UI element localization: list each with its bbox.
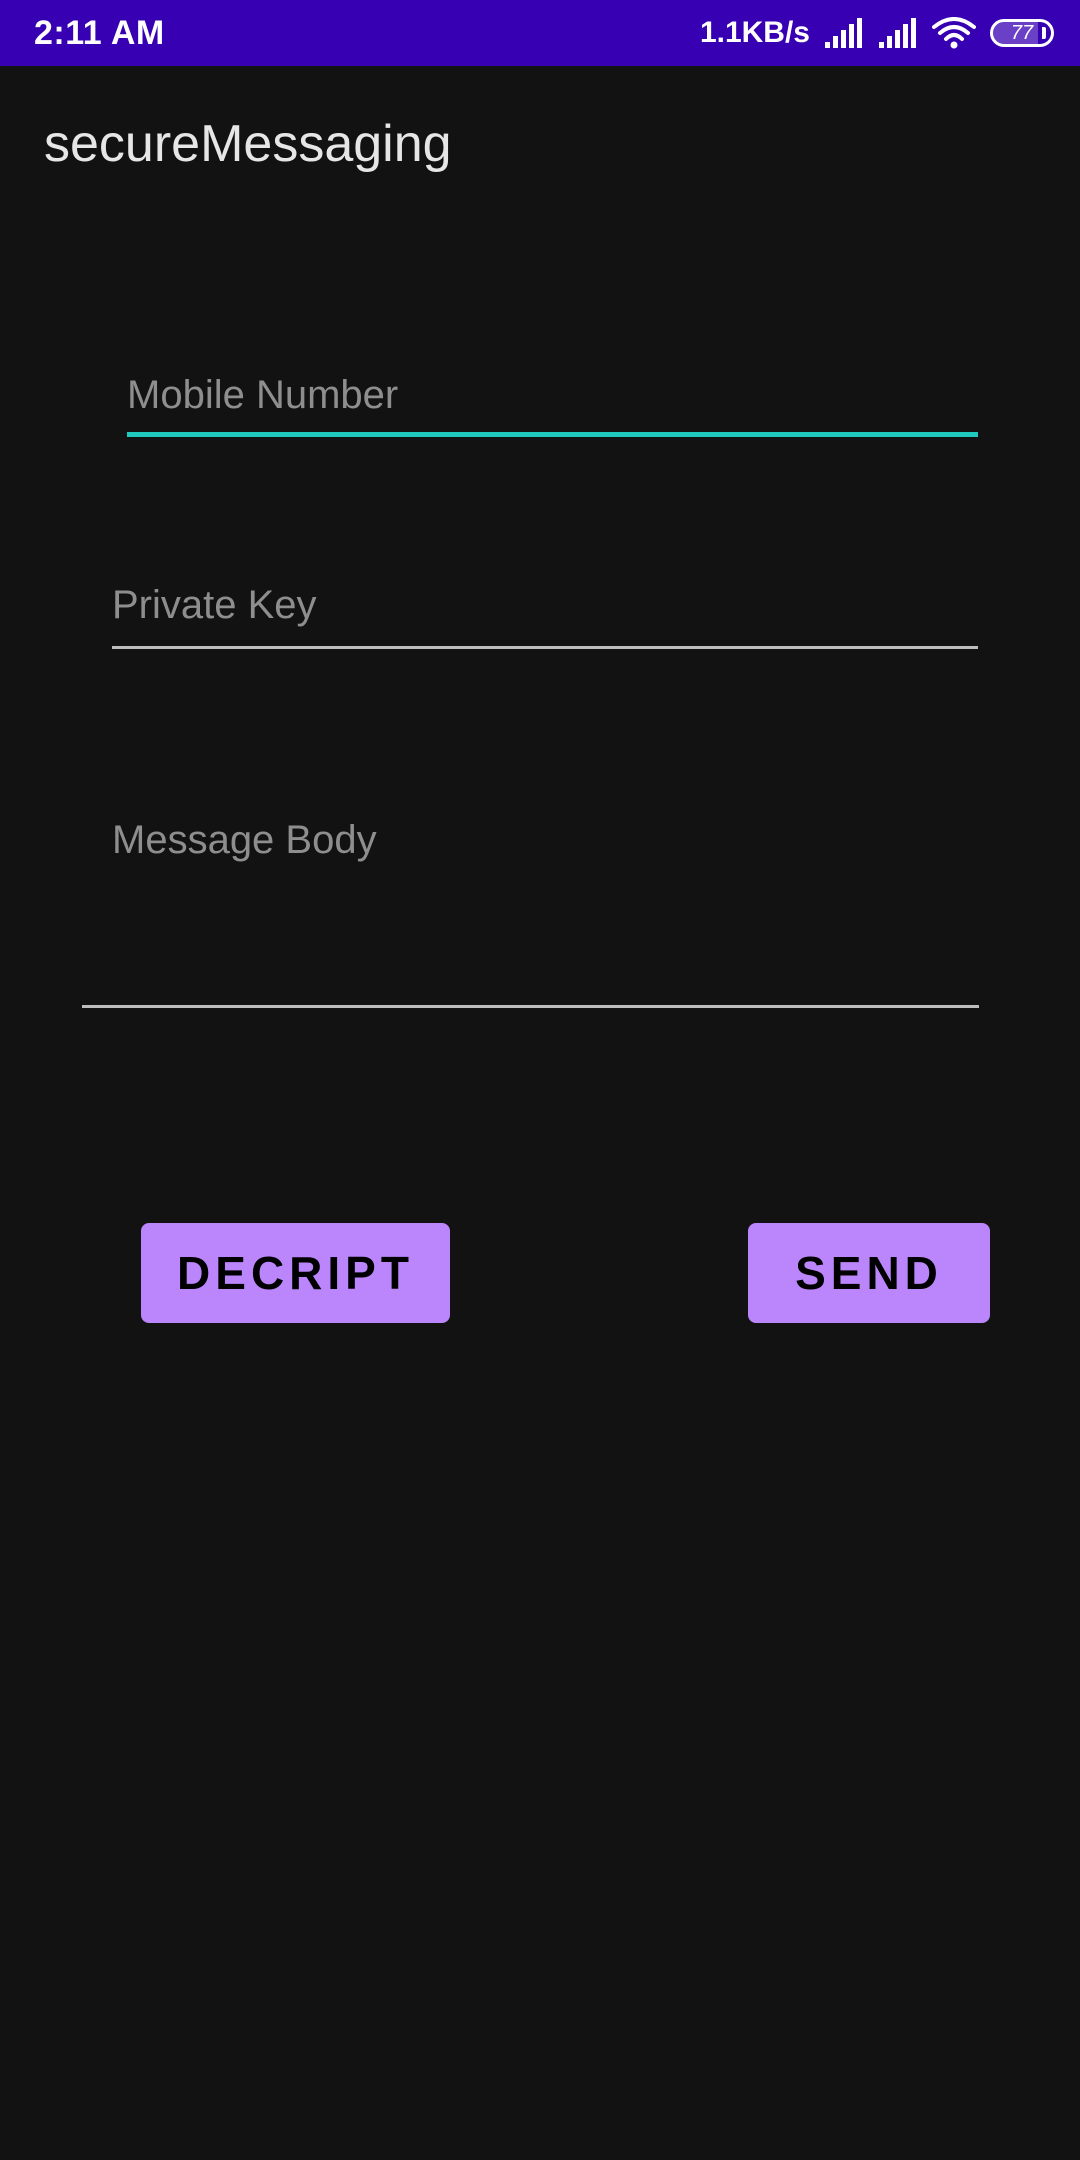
battery-level: 77 bbox=[1010, 22, 1034, 44]
status-bar: 2:11 AM 1.1KB/s 77 bbox=[0, 0, 1080, 66]
battery-icon: 77 bbox=[990, 19, 1054, 47]
wifi-icon bbox=[932, 17, 976, 49]
private-key-field[interactable]: Private Key bbox=[112, 580, 978, 652]
message-body-field[interactable]: Message Body bbox=[82, 815, 979, 1010]
app-screen: 2:11 AM 1.1KB/s 77 secureMessaging Mobil… bbox=[0, 0, 1080, 2160]
mobile-number-field[interactable]: Mobile Number bbox=[127, 370, 978, 440]
status-time: 2:11 AM bbox=[34, 14, 165, 52]
private-key-hint: Private Key bbox=[112, 583, 317, 627]
mobile-number-underline bbox=[127, 432, 978, 437]
network-speed: 1.1KB/s bbox=[699, 16, 810, 49]
message-body-underline bbox=[82, 1005, 979, 1008]
app-title: secureMessaging bbox=[44, 115, 452, 173]
private-key-underline bbox=[112, 646, 978, 649]
send-button[interactable]: SEND bbox=[748, 1223, 990, 1323]
signal-icon bbox=[824, 18, 864, 48]
signal-icon bbox=[878, 18, 918, 48]
mobile-number-hint: Mobile Number bbox=[127, 373, 399, 417]
status-indicators: 1.1KB/s 77 bbox=[699, 10, 1054, 56]
decrypt-button[interactable]: DECRIPT bbox=[141, 1223, 450, 1323]
message-body-hint: Message Body bbox=[112, 818, 377, 862]
